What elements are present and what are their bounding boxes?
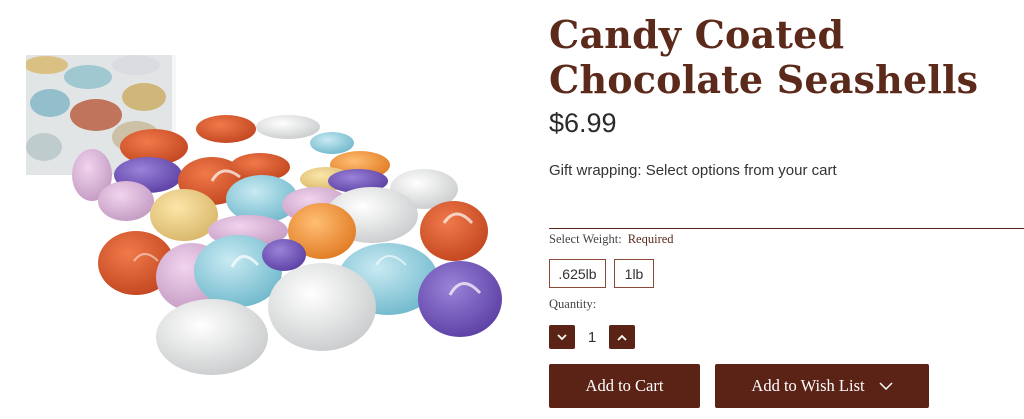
add-to-wish-list-button[interactable]: Add to Wish List bbox=[715, 364, 929, 408]
weight-options: .625lb 1lb bbox=[549, 259, 654, 288]
product-image bbox=[26, 55, 502, 387]
add-to-cart-button[interactable]: Add to Cart bbox=[549, 364, 700, 408]
quantity-label: Quantity: bbox=[549, 297, 597, 311]
divider bbox=[549, 228, 1024, 229]
gift-wrapping-note: Gift wrapping: Select options from your … bbox=[549, 162, 837, 179]
weight-label-row: Select Weight: Required bbox=[549, 232, 674, 247]
chevron-up-icon bbox=[617, 334, 627, 341]
candy-seashells-photo bbox=[26, 55, 502, 375]
increase-quantity-button[interactable] bbox=[609, 325, 635, 349]
weight-option-0625lb[interactable]: .625lb bbox=[549, 259, 606, 288]
weight-option-1lb[interactable]: 1lb bbox=[614, 259, 654, 288]
required-indicator: Required bbox=[627, 232, 674, 246]
add-to-cart-label: Add to Cart bbox=[585, 376, 664, 395]
product-price: $6.99 bbox=[549, 108, 617, 138]
product-details: Candy Coated Chocolate Seashells $6.99 G… bbox=[549, 0, 1024, 419]
chevron-down-icon bbox=[879, 382, 893, 390]
product-title: Candy Coated Chocolate Seashells bbox=[549, 12, 979, 102]
add-to-wish-list-label: Add to Wish List bbox=[751, 376, 865, 395]
weight-label: Select Weight: bbox=[549, 232, 622, 246]
quantity-stepper: 1 bbox=[549, 325, 635, 349]
decrease-quantity-button[interactable] bbox=[549, 325, 575, 349]
chevron-down-icon bbox=[557, 333, 567, 340]
quantity-value[interactable]: 1 bbox=[575, 329, 609, 346]
